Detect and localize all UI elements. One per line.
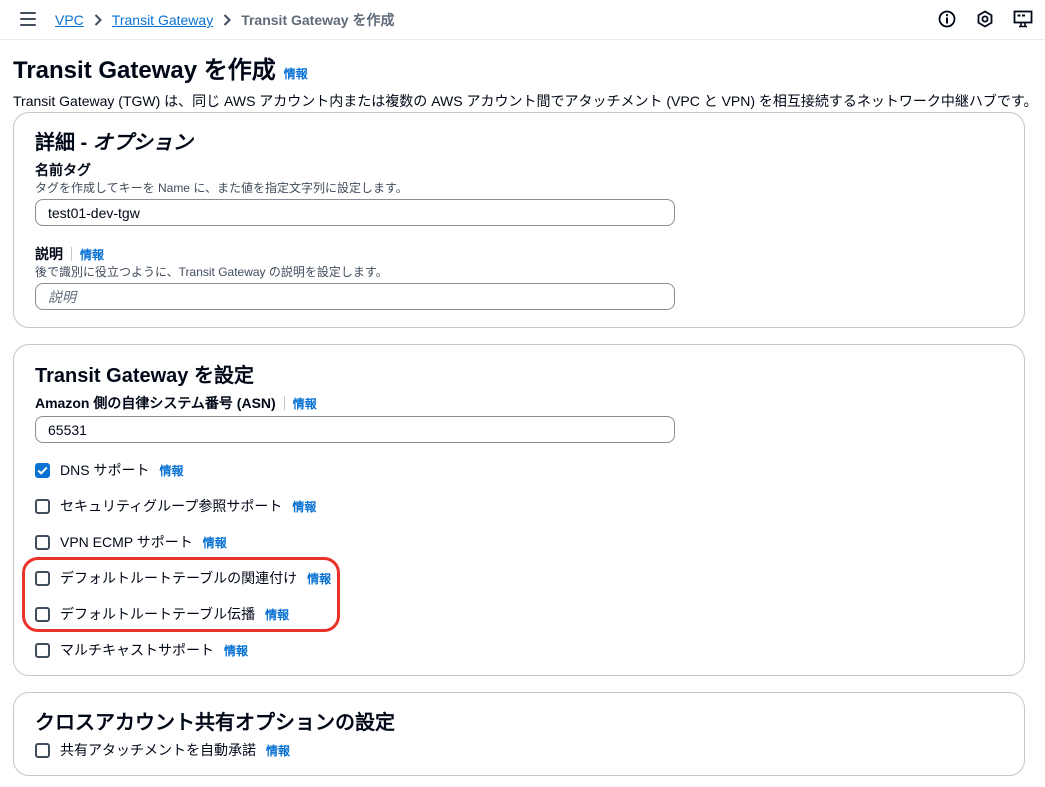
- default-route-table-propagation-label: デフォルトルートテーブル伝播: [60, 606, 256, 622]
- checkmark-icon: [37, 466, 48, 475]
- top-navigation-bar: VPC Transit Gateway Transit Gateway を作成: [0, 0, 1045, 40]
- option-auto-accept-shared-attachments: 共有アタッチメントを自動承諾 情報: [35, 740, 290, 760]
- breadcrumb-vpc-link[interactable]: VPC: [55, 12, 84, 28]
- security-group-referencing-info-link[interactable]: 情報: [292, 498, 316, 515]
- asn-label-text: Amazon 側の自律システム番号 (ASN): [35, 395, 276, 411]
- security-group-referencing-label: セキュリティグループ参照サポート: [60, 498, 283, 514]
- multicast-support-info-link[interactable]: 情報: [224, 642, 248, 659]
- asn-label: Amazon 側の自律システム番号 (ASN) 情報: [35, 393, 317, 413]
- option-multicast-support: マルチキャストサポート 情報: [35, 640, 248, 660]
- title-info-link[interactable]: 情報: [284, 65, 308, 82]
- default-route-table-propagation-checkbox[interactable]: [35, 606, 50, 622]
- label-divider: [71, 247, 72, 261]
- name-tag-label-text: 名前タグ: [35, 162, 91, 178]
- label-divider: [283, 396, 285, 410]
- description-help-text: 後で識別に役立つように、Transit Gateway の説明を設定します。: [35, 265, 388, 279]
- default-route-table-association-label: デフォルトルートテーブルの関連付け: [60, 570, 298, 586]
- default-route-table-association-info-link[interactable]: 情報: [307, 570, 331, 587]
- name-tag-description: タグを作成してキーを Name に、また値を指定文字列に設定します。: [35, 181, 408, 195]
- details-title-main: 詳細 -: [35, 132, 93, 154]
- multicast-support-label: マルチキャストサポート: [60, 642, 214, 658]
- vpn-ecmp-info-link[interactable]: 情報: [203, 534, 227, 551]
- display-settings-icon[interactable]: [1013, 9, 1033, 29]
- auto-accept-shared-attachments-label: 共有アタッチメントを自動承諾: [60, 742, 256, 758]
- dns-support-info-link[interactable]: 情報: [159, 462, 183, 479]
- breadcrumb: VPC Transit Gateway Transit Gateway を作成: [55, 10, 394, 30]
- option-security-group-referencing: セキュリティグループ参照サポート 情報: [35, 496, 316, 516]
- option-dns-support: DNS サポート 情報: [35, 460, 183, 480]
- details-title-optional: オプション: [92, 132, 193, 154]
- description-label: 説明 情報: [35, 244, 104, 264]
- description-label-text: 説明: [35, 246, 63, 262]
- asn-info-link[interactable]: 情報: [293, 395, 317, 412]
- multicast-support-checkbox[interactable]: [35, 642, 50, 658]
- asn-input[interactable]: [35, 416, 675, 443]
- info-circle-icon[interactable]: [937, 9, 957, 29]
- option-default-route-table-propagation: デフォルトルートテーブル伝播 情報: [35, 604, 289, 624]
- gear-hex-icon[interactable]: [975, 9, 995, 29]
- description-info-link[interactable]: 情報: [80, 246, 104, 263]
- page-title: Transit Gateway を作成: [13, 57, 276, 84]
- security-group-referencing-checkbox[interactable]: [35, 498, 50, 514]
- dns-support-label: DNS サポート: [60, 462, 150, 478]
- default-route-table-propagation-info-link[interactable]: 情報: [265, 606, 289, 623]
- cross-account-section-title: クロスアカウント共有オプションの設定: [35, 712, 395, 734]
- name-tag-label: 名前タグ: [35, 160, 91, 180]
- page-header: Transit Gateway を作成 情報 Transit Gateway (…: [13, 50, 1038, 111]
- option-default-route-table-association: デフォルトルートテーブルの関連付け 情報: [35, 568, 331, 588]
- details-section-title: 詳細 - オプション: [35, 126, 193, 155]
- cross-account-container: クロスアカウント共有オプションの設定 共有アタッチメントを自動承諾 情報: [13, 692, 1025, 776]
- name-tag-input[interactable]: [35, 199, 675, 226]
- option-vpn-ecmp: VPN ECMP サポート 情報: [35, 532, 227, 552]
- dns-support-checkbox[interactable]: [35, 462, 50, 478]
- page-description: Transit Gateway (TGW) は、同じ AWS アカウント内または…: [13, 93, 1038, 109]
- chevron-right-icon: [94, 14, 102, 26]
- vpn-ecmp-label: VPN ECMP サポート: [60, 534, 193, 550]
- configure-container: Transit Gateway を設定 Amazon 側の自律システム番号 (A…: [13, 344, 1025, 676]
- default-route-table-association-checkbox[interactable]: [35, 570, 50, 586]
- breadcrumb-current: Transit Gateway を作成: [241, 12, 395, 28]
- details-container: 詳細 - オプション 名前タグ タグを作成してキーを Name に、また値を指定…: [13, 112, 1025, 328]
- configure-section-title: Transit Gateway を設定: [35, 365, 254, 387]
- breadcrumb-transit-gateway-link[interactable]: Transit Gateway: [112, 12, 213, 28]
- menu-icon[interactable]: [20, 12, 36, 26]
- vpn-ecmp-checkbox[interactable]: [35, 534, 50, 550]
- chevron-right-icon: [223, 14, 232, 26]
- auto-accept-shared-attachments-checkbox[interactable]: [35, 742, 50, 758]
- description-input[interactable]: [35, 283, 675, 310]
- auto-accept-shared-attachments-info-link[interactable]: 情報: [266, 742, 290, 759]
